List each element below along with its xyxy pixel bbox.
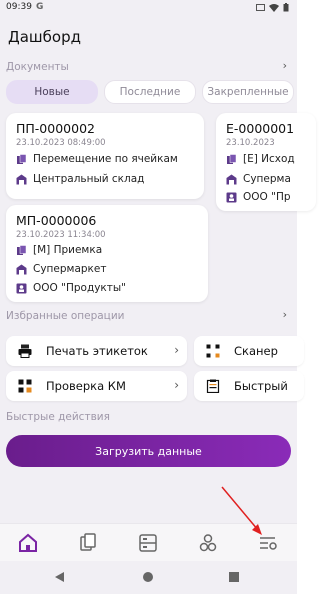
recents-icon[interactable] <box>229 572 239 582</box>
annotation-arrow <box>221 486 262 535</box>
back-icon[interactable] <box>55 572 65 582</box>
home-button-icon[interactable] <box>143 572 153 582</box>
system-nav-bar <box>0 561 297 594</box>
